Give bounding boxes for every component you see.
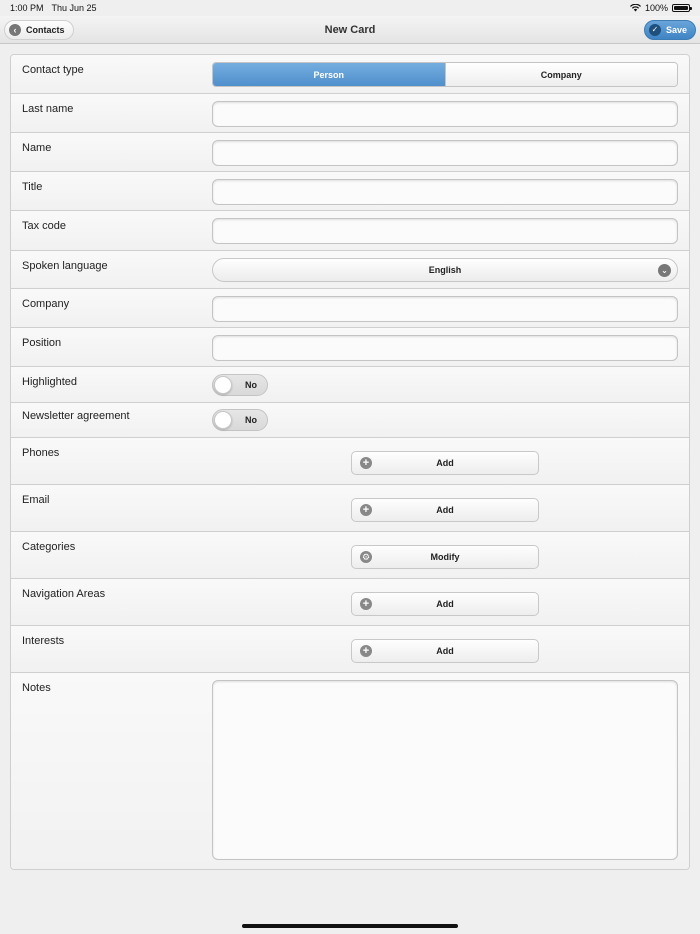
chevron-left-icon: ‹ xyxy=(9,24,21,36)
interests-add-label: Add xyxy=(436,646,454,656)
wifi-icon xyxy=(629,4,641,12)
contact-form: Contact type Person Company Last name Na… xyxy=(10,54,690,870)
row-last-name: Last name xyxy=(11,94,689,133)
categories-label: Categories xyxy=(22,541,76,553)
navigation-areas-add-button[interactable]: + Add xyxy=(351,592,539,616)
tax-code-label: Tax code xyxy=(22,220,67,232)
navigation-areas-label: Navigation Areas xyxy=(22,588,106,600)
interests-label: Interests xyxy=(22,635,65,647)
toggle-knob xyxy=(214,376,232,394)
back-button[interactable]: ‹ Contacts xyxy=(4,20,74,40)
row-name: Name xyxy=(11,133,689,172)
spoken-language-label: Spoken language xyxy=(22,260,108,272)
back-button-label: Contacts xyxy=(26,25,65,35)
nav-bar: New Card ‹ Contacts ✓ Save xyxy=(0,16,700,44)
email-label: Email xyxy=(22,494,50,506)
row-contact-type: Contact type Person Company xyxy=(11,55,689,94)
row-title: Title xyxy=(11,172,689,211)
spoken-language-value: English xyxy=(428,265,462,275)
row-notes: Notes xyxy=(11,673,689,869)
title-label: Title xyxy=(22,181,43,193)
contact-type-segmented: Person Company xyxy=(212,62,678,87)
company-input[interactable] xyxy=(212,296,678,322)
highlighted-label: Highlighted xyxy=(22,376,78,388)
contact-type-label: Contact type xyxy=(22,64,84,76)
plus-circle-icon: + xyxy=(360,457,372,469)
spoken-language-select[interactable]: English ⌄ xyxy=(212,258,678,282)
save-button-label: Save xyxy=(665,25,687,35)
interests-add-button[interactable]: + Add xyxy=(351,639,539,663)
checkmark-icon: ✓ xyxy=(648,24,661,36)
segment-company[interactable]: Company xyxy=(444,63,677,86)
highlighted-toggle[interactable]: No xyxy=(212,374,268,396)
phones-add-button[interactable]: + Add xyxy=(351,451,539,475)
battery-percent: 100% xyxy=(644,3,668,13)
last-name-input[interactable] xyxy=(212,101,678,127)
categories-modify-label: Modify xyxy=(430,552,460,562)
gear-icon: ⚙ xyxy=(360,551,372,563)
notes-textarea[interactable] xyxy=(212,680,678,860)
status-time: 1:00 PM xyxy=(10,3,44,13)
status-bar: 1:00 PM Thu Jun 25 100% xyxy=(0,0,700,16)
plus-circle-icon: + xyxy=(360,645,372,657)
row-position: Position xyxy=(11,328,689,367)
categories-modify-button[interactable]: ⚙ Modify xyxy=(351,545,539,569)
position-input[interactable] xyxy=(212,335,678,361)
segment-person[interactable]: Person xyxy=(213,63,445,86)
phones-add-label: Add xyxy=(436,458,454,468)
position-label: Position xyxy=(22,337,62,349)
email-add-label: Add xyxy=(436,505,454,515)
page-title: New Card xyxy=(324,24,376,36)
toggle-knob xyxy=(214,411,232,429)
row-navigation-areas: Navigation Areas + Add xyxy=(11,579,689,626)
name-label: Name xyxy=(22,142,52,154)
plus-circle-icon: + xyxy=(360,598,372,610)
newsletter-toggle[interactable]: No xyxy=(212,409,268,431)
home-indicator[interactable] xyxy=(242,924,458,928)
row-interests: Interests + Add xyxy=(11,626,689,673)
status-date: Thu Jun 25 xyxy=(51,3,97,13)
highlighted-toggle-value: No xyxy=(245,380,257,390)
newsletter-toggle-value: No xyxy=(245,415,257,425)
navigation-areas-add-label: Add xyxy=(436,599,454,609)
newsletter-label: Newsletter agreement xyxy=(22,410,130,422)
save-button[interactable]: ✓ Save xyxy=(643,20,696,40)
notes-label: Notes xyxy=(22,682,51,694)
name-input[interactable] xyxy=(212,140,678,166)
row-newsletter: Newsletter agreement No xyxy=(11,403,689,438)
chevron-down-icon: ⌄ xyxy=(658,264,671,277)
row-phones: Phones + Add xyxy=(11,438,689,485)
title-input[interactable] xyxy=(212,179,678,205)
row-categories: Categories ⚙ Modify xyxy=(11,532,689,579)
row-highlighted: Highlighted No xyxy=(11,367,689,403)
row-tax-code: Tax code xyxy=(11,211,689,251)
company-label: Company xyxy=(22,298,70,310)
battery-icon xyxy=(672,4,692,12)
plus-circle-icon: + xyxy=(360,504,372,516)
tax-code-input[interactable] xyxy=(212,218,678,244)
row-spoken-language: Spoken language English ⌄ xyxy=(11,251,689,289)
row-company: Company xyxy=(11,289,689,328)
row-email: Email + Add xyxy=(11,485,689,532)
email-add-button[interactable]: + Add xyxy=(351,498,539,522)
phones-label: Phones xyxy=(22,447,60,459)
last-name-label: Last name xyxy=(22,103,74,115)
